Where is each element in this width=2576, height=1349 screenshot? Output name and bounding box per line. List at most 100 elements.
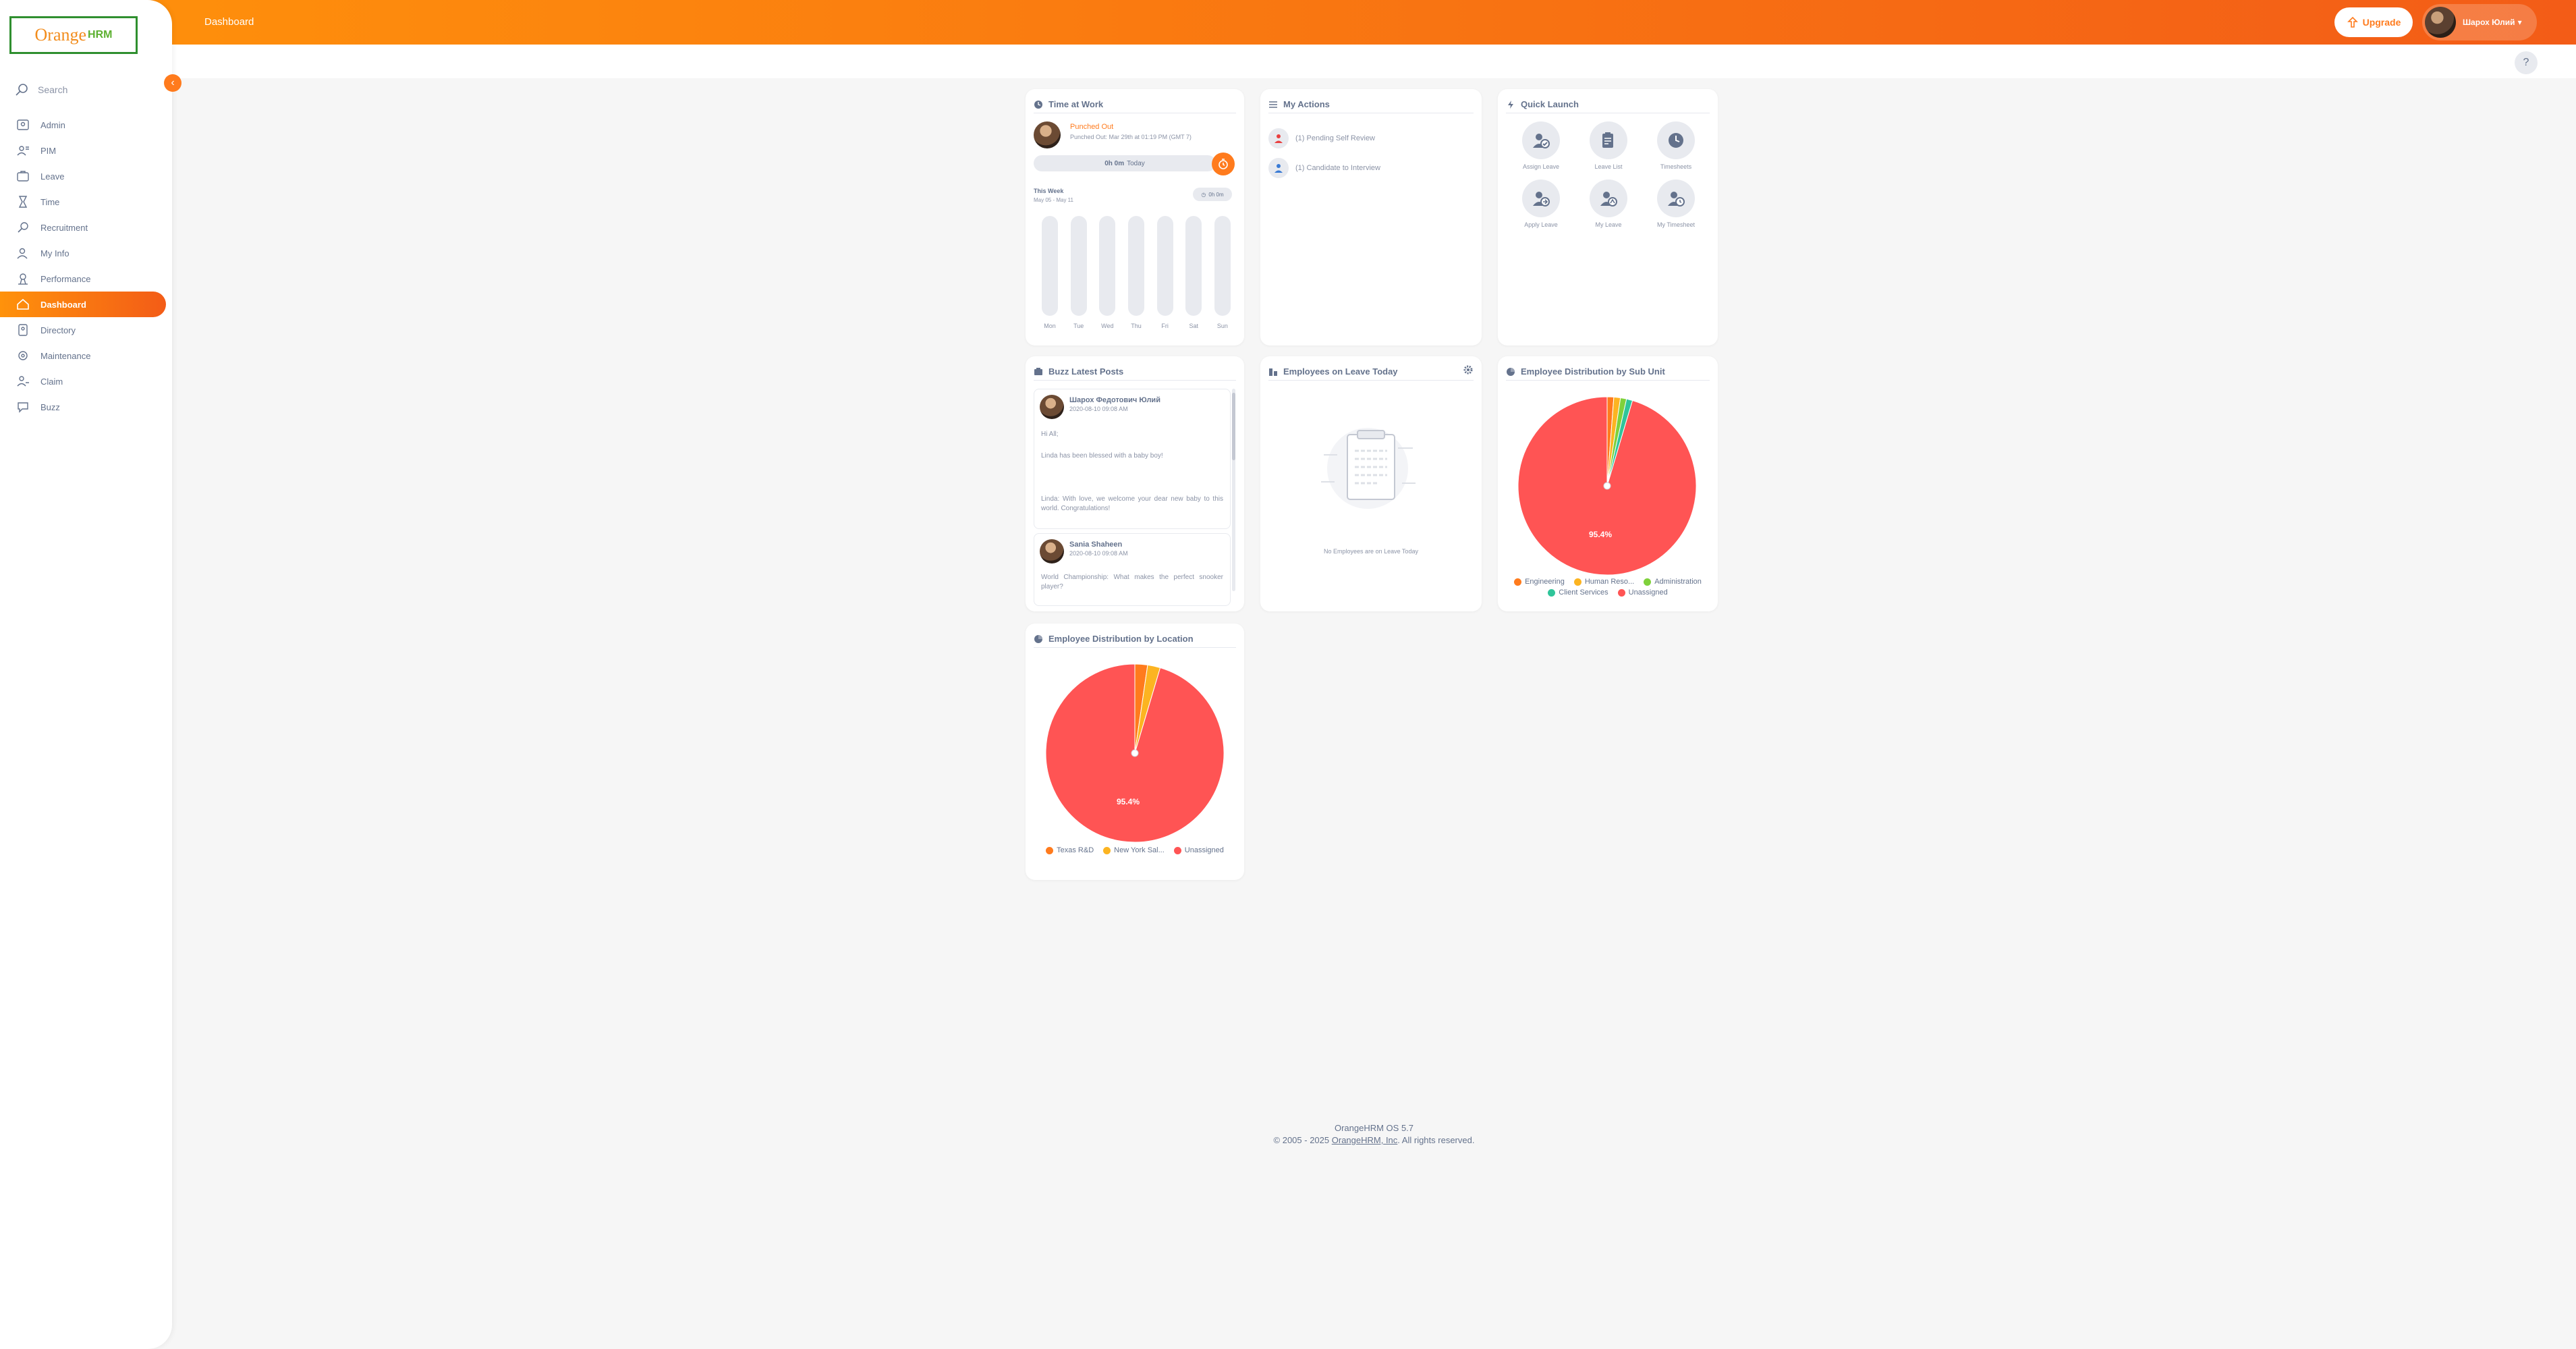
brand-name-orange: Orange xyxy=(34,25,87,45)
sidebar-item-my-info[interactable]: My Info xyxy=(0,240,172,266)
location-distribution-card: Employee Distribution by Location 95.4% … xyxy=(1026,624,1244,880)
pie-chart-icon xyxy=(1506,367,1515,377)
sub-unit-distribution-card: Employee Distribution by Sub Unit 95.4% … xyxy=(1498,356,1718,611)
sidebar-item-directory[interactable]: Directory xyxy=(0,317,172,343)
no-leave-message: No Employees are on Leave Today xyxy=(1324,548,1418,555)
day-bar xyxy=(1127,216,1144,316)
sidebar-item-pim[interactable]: PIM xyxy=(0,138,172,163)
legend-item[interactable]: Texas R&D xyxy=(1046,846,1094,854)
quick-launch-leave-list[interactable]: Leave List xyxy=(1575,121,1642,170)
clock-icon xyxy=(1034,100,1043,109)
sidebar-item-label: Dashboard xyxy=(40,299,86,310)
upgrade-label: Upgrade xyxy=(2362,17,2401,28)
legend-item[interactable]: Client Services xyxy=(1548,588,1608,597)
post-date: 2020-08-10 09:08 AM xyxy=(1069,550,1128,557)
action-candidate-interview[interactable]: (1) Candidate to Interview xyxy=(1268,158,1380,178)
sidebar-item-performance[interactable]: Performance xyxy=(0,266,172,292)
sidebar-item-label: Claim xyxy=(40,376,63,387)
post-author: Шарох Федотович Юлий xyxy=(1069,396,1160,404)
sidebar-item-recruitment[interactable]: Recruitment xyxy=(0,215,172,240)
sidebar-search[interactable]: Search xyxy=(13,80,162,100)
action-label: (1) Pending Self Review xyxy=(1295,134,1376,142)
buzz-post[interactable]: Sania Shaheen 2020-08-10 09:08 AM World … xyxy=(1034,533,1231,606)
quick-launch-apply-leave[interactable]: Apply Leave xyxy=(1507,180,1575,228)
buzz-scrollbar[interactable] xyxy=(1232,389,1235,591)
day-label: Sat xyxy=(1189,323,1199,329)
action-pending-self-review[interactable]: (1) Pending Self Review xyxy=(1268,128,1375,148)
dashboard-icon xyxy=(15,296,31,312)
quick-launch-assign-leave[interactable]: Assign Leave xyxy=(1507,121,1575,170)
day-bar xyxy=(1214,216,1231,316)
legend-item[interactable]: Unassigned xyxy=(1617,588,1668,597)
my-timesheet-icon xyxy=(1657,180,1695,217)
legend-item[interactable]: Engineering xyxy=(1514,578,1565,586)
company-link[interactable]: OrangeHRM, Inc xyxy=(1332,1135,1398,1145)
post-text: World Championship: What makes the perfe… xyxy=(1041,574,1223,590)
sidebar-item-label: Time xyxy=(40,196,60,207)
post-text: Hi All; xyxy=(1041,431,1059,438)
recruitment-icon xyxy=(15,219,31,236)
sidebar-item-leave[interactable]: Leave xyxy=(0,163,172,189)
day-label: Tue xyxy=(1073,323,1084,329)
legend-label: Human Reso... xyxy=(1584,578,1635,586)
gear-icon[interactable] xyxy=(1463,364,1474,377)
quick-launch-grid: Assign Leave Leave List Timesheets Apply… xyxy=(1507,121,1710,228)
action-label: (1) Candidate to Interview xyxy=(1295,164,1380,172)
timesheets-icon xyxy=(1657,121,1695,159)
leave-list-icon xyxy=(1590,121,1627,159)
scrollbar-thumb[interactable] xyxy=(1232,393,1235,460)
help-button[interactable]: ? xyxy=(2515,51,2538,74)
legend-item[interactable]: Human Reso... xyxy=(1573,578,1635,586)
punch-button[interactable] xyxy=(1212,153,1235,175)
day-label: Sun xyxy=(1216,323,1228,329)
sub-unit-legend: Engineering Human Reso... Administration Cl… xyxy=(1505,578,1711,597)
buzz-icon xyxy=(1034,367,1043,377)
my-leave-icon xyxy=(1590,180,1627,217)
upgrade-button[interactable]: Upgrade xyxy=(2334,7,2413,37)
sidebar-item-admin[interactable]: Admin xyxy=(0,112,172,138)
user-name: Шарох Юлий xyxy=(2463,18,2515,27)
legend-label: Unassigned xyxy=(1628,588,1668,597)
quick-launch-my-leave[interactable]: My Leave xyxy=(1575,180,1642,228)
maintenance-icon xyxy=(15,348,31,364)
buzz-post[interactable]: Шарох Федотович Юлий 2020-08-10 09:08 AM… xyxy=(1034,389,1231,529)
sidebar-item-label: Leave xyxy=(40,171,65,182)
chevron-down-icon: ▾ xyxy=(2517,18,2522,27)
post-text: Linda has been blessed with a baby boy! xyxy=(1041,452,1163,460)
legend-item[interactable]: New York Sal... xyxy=(1103,846,1165,854)
sidebar-item-buzz[interactable]: Buzz xyxy=(0,394,172,420)
legend-item[interactable]: Administration xyxy=(1644,578,1702,586)
sidebar-item-label: My Info xyxy=(40,248,69,258)
search-input[interactable]: Search xyxy=(38,84,67,95)
day-bar xyxy=(1099,216,1116,316)
lightning-icon xyxy=(1506,100,1515,109)
sidebar-item-time[interactable]: Time xyxy=(0,189,172,215)
sidebar-item-maintenance[interactable]: Maintenance xyxy=(0,343,172,368)
upgrade-icon xyxy=(2347,16,2358,28)
leave-icon xyxy=(15,168,31,184)
self-review-icon xyxy=(1268,128,1289,148)
sidebar-item-label: Recruitment xyxy=(40,222,88,233)
card-title: Employees on Leave Today xyxy=(1283,366,1398,377)
user-dropdown[interactable]: Шарох Юлий ▾ xyxy=(2422,4,2537,40)
legend-item[interactable]: Unassigned xyxy=(1173,846,1224,854)
day-bar xyxy=(1070,216,1087,316)
week-total: ◷ 0h 0m xyxy=(1193,188,1232,201)
brand-logo[interactable]: Orange HRM xyxy=(9,16,138,54)
punch-status: Punched Out xyxy=(1070,123,1114,131)
quick-launch-timesheets[interactable]: Timesheets xyxy=(1642,121,1710,170)
sidebar-collapse-button[interactable]: ‹ xyxy=(164,74,181,92)
assign-leave-icon xyxy=(1522,121,1560,159)
sidebar: Orange HRM Search Admin PIM Leave Time Re… xyxy=(0,0,172,1349)
sidebar-item-claim[interactable]: Claim xyxy=(0,368,172,394)
location-legend: Texas R&D New York Sal... Unassigned xyxy=(1032,846,1237,854)
sidebar-item-dashboard[interactable]: Dashboard xyxy=(0,292,166,317)
legend-label: Texas R&D xyxy=(1057,846,1094,854)
user-avatar xyxy=(1034,121,1061,148)
day-label: Mon xyxy=(1044,323,1056,329)
today-hours: 0h 0m Today xyxy=(1034,155,1216,171)
card-header: My Actions xyxy=(1268,96,1474,113)
quick-launch-my-timesheet[interactable]: My Timesheet xyxy=(1642,180,1710,228)
day-label: Wed xyxy=(1101,323,1114,329)
pie-percent-label: 95.4% xyxy=(1589,530,1612,539)
